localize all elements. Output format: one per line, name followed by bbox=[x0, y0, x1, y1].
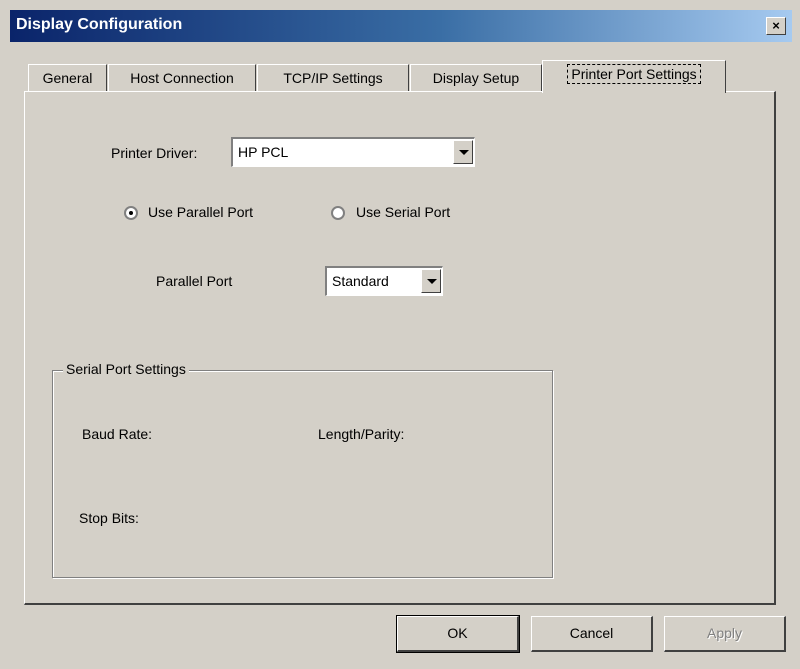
tab-label: TCP/IP Settings bbox=[283, 70, 383, 86]
chevron-down-icon[interactable] bbox=[421, 269, 441, 293]
parallel-port-radio[interactable] bbox=[124, 206, 138, 220]
printer-driver-label: Printer Driver: bbox=[111, 145, 198, 161]
tab-label: Host Connection bbox=[130, 70, 234, 86]
chevron-down-icon[interactable] bbox=[453, 140, 473, 164]
stop-bits-label: Stop Bits: bbox=[79, 510, 139, 526]
printer-driver-dropdown[interactable]: HP PCL bbox=[231, 137, 475, 167]
parallel-port-option-label[interactable]: Use Parallel Port bbox=[148, 204, 253, 220]
tab-display-setup[interactable]: Display Setup bbox=[410, 64, 542, 92]
parallel-port-value: Standard bbox=[332, 273, 389, 289]
baud-rate-label: Baud Rate: bbox=[82, 426, 153, 442]
parallel-port-label: Parallel Port bbox=[156, 273, 233, 289]
parallel-port-dropdown[interactable]: Standard bbox=[325, 266, 443, 296]
title-bar[interactable]: Display Configuration × bbox=[10, 10, 792, 42]
length-parity-label: Length/Parity: bbox=[318, 426, 405, 442]
tab-label: Printer Port Settings bbox=[567, 64, 701, 84]
tab-host-connection[interactable]: Host Connection bbox=[108, 64, 256, 92]
tab-printer-port-settings[interactable]: Printer Port Settings bbox=[542, 60, 726, 93]
tab-label: General bbox=[42, 70, 93, 86]
ok-button[interactable]: OK bbox=[397, 616, 519, 652]
serial-port-settings-group: Serial Port Settings bbox=[52, 361, 553, 578]
apply-button[interactable]: Apply bbox=[664, 616, 786, 652]
window-title: Display Configuration bbox=[16, 16, 183, 33]
cancel-button[interactable]: Cancel bbox=[531, 616, 653, 652]
serial-port-radio[interactable] bbox=[331, 206, 345, 220]
printer-driver-value: HP PCL bbox=[238, 144, 289, 160]
tab-tcpip-settings[interactable]: TCP/IP Settings bbox=[257, 64, 409, 92]
display-configuration-dialog: Display Configuration × General Host Con… bbox=[0, 0, 800, 669]
serial-port-option-label[interactable]: Use Serial Port bbox=[356, 204, 450, 220]
tab-label: Display Setup bbox=[432, 70, 520, 86]
tab-general[interactable]: General bbox=[28, 64, 107, 92]
group-title: Serial Port Settings bbox=[63, 361, 189, 377]
close-icon[interactable]: × bbox=[766, 17, 786, 35]
